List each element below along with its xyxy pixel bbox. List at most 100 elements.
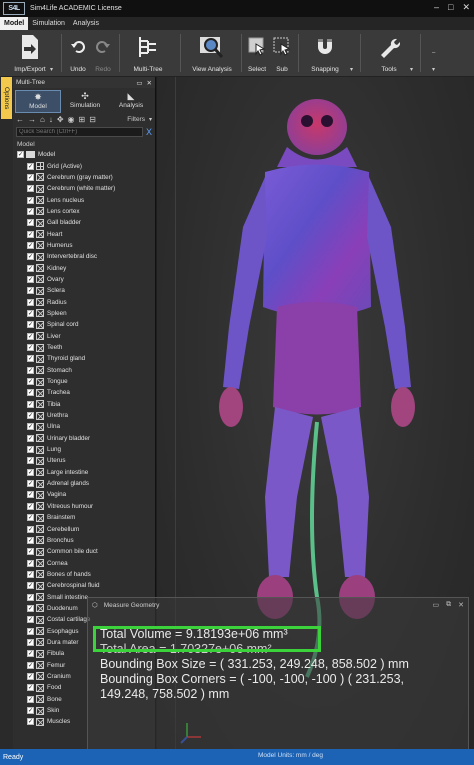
tools-button[interactable]: Tools [372, 32, 406, 73]
tree-item[interactable]: ✓ Radius [17, 296, 155, 307]
options-tab[interactable]: Options [1, 77, 12, 119]
tree-item[interactable]: ✓ Lung [17, 444, 155, 455]
multi-tree-button[interactable]: Multi-Tree [128, 32, 168, 73]
close-dialog-icon[interactable]: ✕ [458, 601, 464, 609]
tree-item[interactable]: ✓ Urethra [17, 410, 155, 421]
clear-search-icon[interactable]: X [146, 127, 152, 137]
checkbox[interactable]: ✓ [27, 389, 34, 397]
tree-item[interactable]: ✓ Kidney [17, 262, 155, 273]
tree-item[interactable]: ✓ Spinal cord [17, 319, 155, 330]
filters-dropdown[interactable]: Filters [127, 116, 145, 123]
tab-simulation[interactable]: ✣ Simulation [63, 90, 107, 113]
tree-item[interactable]: ✓ Lens nucleus [17, 194, 155, 205]
tree-item[interactable]: ✓ Cerebrum (white matter) [17, 183, 155, 194]
checkbox[interactable]: ✓ [27, 672, 34, 680]
tree-item[interactable]: ✓ Gall bladder [17, 217, 155, 228]
tree-item[interactable]: ✓ Common bile duct [17, 546, 155, 557]
checkbox[interactable]: ✓ [27, 219, 34, 227]
checkbox[interactable]: ✓ [27, 627, 34, 635]
tree-item[interactable]: ✓ Large intestine [17, 467, 155, 478]
checkbox[interactable]: ✓ [27, 718, 34, 726]
checkbox[interactable]: ✓ [27, 616, 34, 624]
checkbox[interactable]: ✓ [27, 321, 34, 329]
tree-item[interactable]: ✓ Vitreous humour [17, 501, 155, 512]
checkbox[interactable]: ✓ [27, 480, 34, 488]
checkbox[interactable]: ✓ [17, 151, 24, 159]
checkbox[interactable]: ✓ [27, 378, 34, 386]
tab-analysis[interactable]: ◣ Analysis [109, 90, 153, 113]
tree-item[interactable]: ✓ Ulna [17, 421, 155, 432]
checkbox[interactable]: ✓ [27, 434, 34, 442]
minimize-dialog-icon[interactable]: ▭ [433, 601, 440, 609]
checkbox[interactable]: ✓ [27, 412, 34, 420]
tree-item[interactable]: ✓ Uterus [17, 455, 155, 466]
tree-item[interactable]: ✓ Bronchus [17, 535, 155, 546]
checkbox[interactable]: ✓ [27, 468, 34, 476]
collapse-icon[interactable]: ⊟ [89, 115, 96, 124]
checkbox[interactable]: ✓ [27, 514, 34, 522]
down-arrow-icon[interactable]: ↓ [49, 115, 53, 124]
checkbox[interactable]: ✓ [27, 196, 34, 204]
tree-item[interactable]: ✓ Stomach [17, 365, 155, 376]
checkbox[interactable]: ✓ [27, 684, 34, 692]
tree-item[interactable]: ✓ Teeth [17, 342, 155, 353]
overflow-dropdown[interactable]: ▾ [432, 66, 435, 73]
tree-item[interactable]: ✓ Vagina [17, 489, 155, 500]
imp-export-button[interactable]: Imp/Export [8, 32, 52, 73]
tree-item[interactable]: ✓ Trachea [17, 387, 155, 398]
checkbox[interactable]: ✓ [27, 525, 34, 533]
checkbox[interactable]: ✓ [27, 707, 34, 715]
tree-item[interactable]: ✓ Intervertebral disc [17, 251, 155, 262]
forward-arrow-icon[interactable]: → [28, 115, 36, 124]
checkbox[interactable]: ✓ [27, 298, 34, 306]
checkbox[interactable]: ✓ [27, 446, 34, 454]
checkbox[interactable]: ✓ [27, 287, 34, 295]
tree-item[interactable]: ✓ Cerebrum (gray matter) [17, 172, 155, 183]
float-panel-icon[interactable]: ▭ [136, 79, 142, 87]
tree-item[interactable]: ✓ Lens cortex [17, 206, 155, 217]
checkbox[interactable]: ✓ [27, 366, 34, 374]
tree-item[interactable]: ✓ Ovary [17, 274, 155, 285]
tree-item[interactable]: ✓ Adrenal glands [17, 478, 155, 489]
checkbox[interactable]: ✓ [27, 185, 34, 193]
view-analysis-button[interactable]: View Analysis [188, 32, 236, 73]
checkbox[interactable]: ✓ [27, 173, 34, 181]
tree-item[interactable]: ✓ Sclera [17, 285, 155, 296]
tab-model[interactable]: ✸ Model [15, 90, 61, 113]
close-panel-icon[interactable]: ✕ [147, 79, 152, 87]
tree-item[interactable]: ✓ Heart [17, 228, 155, 239]
tree-item[interactable]: ✓ Humerus [17, 240, 155, 251]
checkbox[interactable]: ✓ [27, 230, 34, 238]
checkbox[interactable]: ✓ [27, 502, 34, 510]
tree-item[interactable]: ✓ Brainstem [17, 512, 155, 523]
checkbox[interactable]: ✓ [27, 241, 34, 249]
filters-chevron-icon[interactable]: ▾ [149, 116, 152, 123]
tree-item[interactable]: ✓ Tongue [17, 376, 155, 387]
expand-icon[interactable]: ⊞ [79, 115, 86, 124]
checkbox[interactable]: ✓ [27, 604, 34, 612]
tree-item[interactable]: ✓ Thyroid gland [17, 353, 155, 364]
tree-root-model[interactable]: ✓ Model [17, 149, 155, 160]
imp-export-dropdown[interactable]: ▾ [50, 66, 53, 73]
checkbox[interactable]: ✓ [27, 332, 34, 340]
checkbox[interactable]: ✓ [27, 253, 34, 261]
tree-item[interactable]: ✓ Spleen [17, 308, 155, 319]
tree-item[interactable]: ✓ Bones of hands [17, 569, 155, 580]
checkbox[interactable]: ✓ [27, 423, 34, 431]
minimize-button[interactable]: – [434, 2, 439, 13]
checkbox[interactable]: ✓ [27, 559, 34, 567]
checkbox[interactable]: ✓ [27, 491, 34, 499]
checkbox[interactable]: ✓ [27, 162, 34, 170]
menu-model[interactable]: Model [0, 17, 29, 30]
checkbox[interactable]: ✓ [27, 264, 34, 272]
snapping-dropdown[interactable]: ▾ [350, 66, 353, 73]
tree-item-grid[interactable]: ✓ Grid (Active) [17, 160, 155, 171]
checkbox[interactable]: ✓ [27, 650, 34, 658]
checkbox[interactable]: ✓ [27, 207, 34, 215]
select-button[interactable]: Select [245, 32, 269, 73]
checkbox[interactable]: ✓ [27, 593, 34, 601]
maximize-button[interactable]: □ [448, 2, 453, 13]
tree-item[interactable]: ✓ Cornea [17, 557, 155, 568]
menu-simulation[interactable]: Simulation [28, 17, 69, 30]
restore-dialog-icon[interactable]: ⧉ [446, 601, 451, 609]
